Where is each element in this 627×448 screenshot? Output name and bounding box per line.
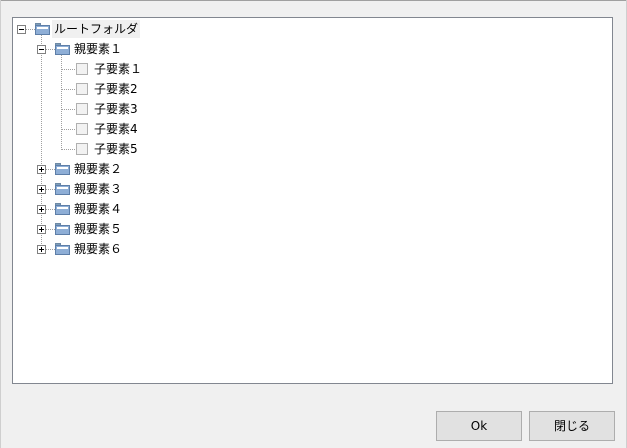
document-icon	[76, 143, 88, 155]
close-button[interactable]: 閉じる	[529, 411, 615, 441]
tree-node-label[interactable]: 親要素４	[72, 200, 124, 218]
expand-toggle-icon[interactable]	[37, 225, 46, 234]
tree-node-parent[interactable]: 親要素６	[13, 240, 213, 258]
document-icon	[76, 63, 88, 75]
folder-icon	[55, 43, 70, 55]
tree-node-parent[interactable]: 親要素２	[13, 160, 213, 178]
tree-node-parent[interactable]: 親要素４	[13, 200, 213, 218]
expand-toggle-icon[interactable]	[37, 205, 46, 214]
tree-node-label[interactable]: 子要素4	[92, 120, 140, 138]
folder-icon	[55, 203, 70, 215]
tree-node-child[interactable]: 子要素5	[13, 140, 213, 158]
tree-node-child[interactable]: 子要素4	[13, 120, 213, 138]
tree-node-label[interactable]: 子要素2	[92, 80, 140, 98]
tree-node-parent[interactable]: 親要素５	[13, 220, 213, 238]
document-icon	[76, 123, 88, 135]
tree-node-child[interactable]: 子要素１	[13, 60, 213, 78]
tree-node-label[interactable]: 親要素５	[72, 220, 124, 238]
tree-node-parent[interactable]: 親要素１	[13, 40, 213, 58]
tree-node-label[interactable]: 子要素１	[92, 60, 144, 78]
document-icon	[76, 103, 88, 115]
tree-node-child[interactable]: 子要素3	[13, 100, 213, 118]
tree-node-root[interactable]: ルートフォルダ	[13, 20, 213, 38]
tree-node-child[interactable]: 子要素2	[13, 80, 213, 98]
document-icon	[76, 83, 88, 95]
tree-node-label[interactable]: 親要素６	[72, 240, 124, 258]
folder-icon	[55, 183, 70, 195]
folder-icon	[55, 223, 70, 235]
expand-toggle-icon[interactable]	[37, 185, 46, 194]
tree-node-label[interactable]: 子要素3	[92, 100, 140, 118]
collapse-toggle-icon[interactable]	[17, 25, 26, 34]
tree-node-label[interactable]: 親要素１	[72, 40, 124, 58]
ok-button[interactable]: Ok	[436, 411, 522, 441]
tree-node-label[interactable]: ルートフォルダ	[52, 20, 141, 38]
folder-icon	[55, 163, 70, 175]
expand-toggle-icon[interactable]	[37, 245, 46, 254]
tree-node-parent[interactable]: 親要素３	[13, 180, 213, 198]
folder-icon	[35, 23, 50, 35]
expand-toggle-icon[interactable]	[37, 165, 46, 174]
collapse-toggle-icon[interactable]	[37, 45, 46, 54]
window-left-border	[0, 0, 1, 448]
tree-node-label[interactable]: 親要素２	[72, 160, 124, 178]
folder-icon	[55, 243, 70, 255]
tree-node-label[interactable]: 親要素３	[72, 180, 124, 198]
tree-view[interactable]: ルートフォルダ 親要素１ 子要素１ 子要素2 子要素3 子要素4 子要素5 親要…	[12, 17, 613, 384]
tree-node-label[interactable]: 子要素5	[92, 140, 140, 158]
window-top-border	[0, 0, 627, 1]
